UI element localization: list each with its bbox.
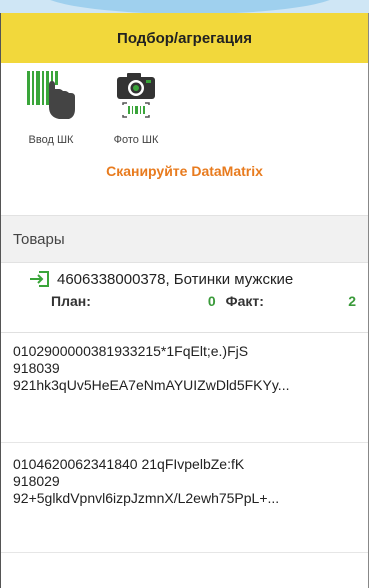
code-list-item[interactable]: 0104620062341840 21qFIvpelbZe:fK 918029 … — [1, 443, 368, 553]
photo-barcode-label: Фото ШК — [113, 134, 159, 146]
code-line-3: 92+5glkdVpnvl6izpJzmnX/L2ewh75PpL+... — [13, 490, 280, 506]
fact-value: 2 — [348, 293, 357, 309]
section-header-goods: Товары — [1, 215, 368, 263]
plan-label: План: — [51, 293, 91, 309]
scan-hint: Сканируйте DataMatrix — [106, 163, 263, 179]
code-line-3: 921hk3qUv5HeEA7eNmAYUIZwDld5FKYy... — [13, 377, 290, 393]
screen-title: Подбор/агрегация — [1, 13, 368, 63]
barcode-hand-icon — [21, 63, 81, 121]
barcode-input-label: Ввод ШК — [28, 134, 74, 146]
toolbar: Ввод ШК Фото ШК — [1, 63, 368, 160]
code-list-item[interactable]: 0102900000381933215*1FqElt;e.)FjS 918039… — [1, 333, 368, 443]
product-row[interactable]: 4606338000378, Ботинки мужские План: 0 Ф… — [1, 263, 368, 333]
code-line-2: 918039 — [13, 360, 60, 376]
code-line-1: 0104620062341840 21qFIvpelbZe:fK — [13, 456, 245, 472]
photo-barcode-button[interactable]: Фото ШК — [106, 63, 166, 146]
code-line-2: 918029 — [13, 473, 60, 489]
fact-label: Факт: — [225, 293, 264, 309]
product-name: 4606338000378, Ботинки мужские — [57, 270, 294, 288]
camera-barcode-icon — [106, 63, 166, 121]
plan-fact-row: План: 0 Факт: 2 — [31, 293, 356, 309]
status-bar-decoration — [0, 0, 369, 14]
barcode-input-button[interactable]: Ввод ШК — [21, 63, 81, 146]
plan-value: 0 — [207, 293, 216, 309]
code-line-1: 0102900000381933215*1FqElt;e.)FjS — [13, 343, 249, 359]
app-window: Подбор/агрегация Ввод ШК Фото ШК Сканиру… — [0, 13, 369, 588]
enter-arrow-icon — [30, 271, 49, 287]
